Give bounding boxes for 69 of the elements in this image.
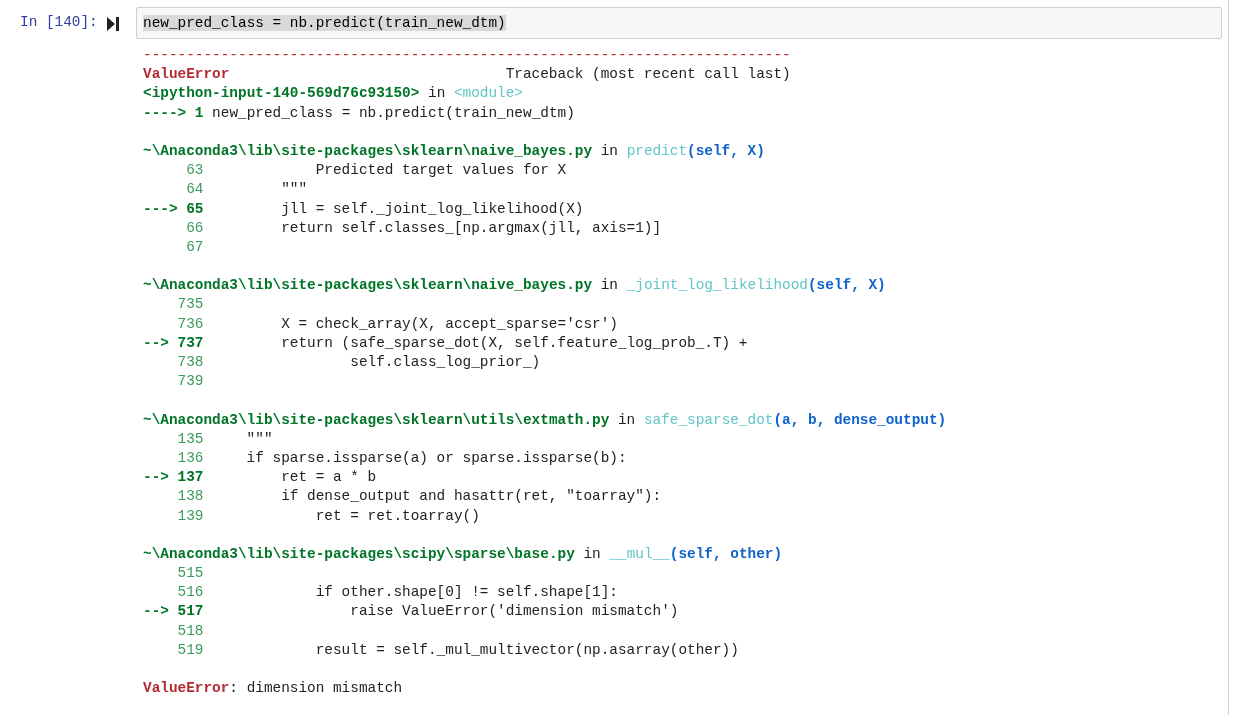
file-path: ~\Anaconda3\lib\site-packages\sklearn\naive_bayes.py [143, 276, 593, 296]
traceback-label: Traceback (most recent call last) [505, 65, 791, 85]
line-number: 517 [177, 602, 204, 622]
line-number: 737 [177, 333, 204, 353]
traceback-arrow: --> [143, 334, 169, 351]
function-args: (self, X) [808, 276, 886, 296]
line-number: 137 [177, 468, 204, 488]
run-icon[interactable] [106, 15, 120, 33]
code-line: ret = a * b [280, 468, 377, 488]
code-line: if dense_output and hasattr(ret, "toarray"): [280, 487, 662, 507]
file-path: ~\Anaconda3\lib\site-packages\sklearn\naive_bayes.py [143, 141, 593, 161]
code-line: X = check_array(X, accept_sparse='csr') [280, 314, 618, 334]
line-number: 65 [185, 199, 204, 219]
line-number: 735 [177, 295, 204, 315]
code-line: jll = self._joint_log_likelihood(X) [280, 199, 584, 219]
error-name: ValueError [143, 679, 230, 699]
code-line: if other.shape[0] != self.shape[1]: [314, 583, 618, 603]
line-number: 519 [177, 640, 204, 660]
file-path: ~\Anaconda3\lib\site-packages\sklearn\utils\extmath.py [143, 410, 610, 430]
function-args: (self, other) [669, 544, 783, 564]
traceback-arrow: --> [143, 603, 169, 620]
line-number: 67 [185, 237, 204, 257]
code-line: self.class_log_prior_) [349, 353, 541, 372]
traceback-arrow: --> [143, 469, 169, 486]
line-number: 516 [177, 583, 204, 603]
error-name: ValueError [143, 65, 230, 85]
code-line: ret = ret.toarray() [314, 506, 480, 526]
line-number: 738 [177, 353, 204, 372]
line-number: 63 [185, 161, 204, 181]
line-number: 136 [177, 448, 204, 468]
code-line: result = self._mul_multivector(np.asarray(other)) [314, 640, 739, 660]
in-word: in [583, 544, 601, 564]
line-number: 518 [177, 621, 204, 641]
line-number: 515 [177, 564, 204, 584]
traceback-arrow: ---> [143, 200, 178, 217]
code-line: return (safe_sparse_dot(X, self.feature_log_prob_.T) + [280, 333, 748, 353]
in-word: in [600, 276, 618, 296]
scope-name: <module> [453, 84, 523, 104]
cell-prompt: In [140]: [19, 13, 99, 30]
function-name: safe_sparse_dot [643, 410, 774, 430]
in-word: in [600, 141, 618, 161]
function-args: (self, X) [687, 141, 765, 161]
code-line: new_pred_class = nb.predict(train_new_dtm) [212, 103, 575, 123]
line-number: 1 [194, 103, 204, 123]
in-word: in [618, 410, 636, 430]
code-line: if sparse.issparse(a) or sparse.issparse(b): [245, 448, 627, 468]
code-line: """ [280, 180, 308, 200]
function-name: __mul__ [609, 544, 670, 564]
code-line: raise ValueError('dimension mismatch') [349, 602, 679, 622]
function-name: predict [626, 141, 688, 161]
code-line: return self.classes_[np.argmax(jll, axis=1)] [280, 218, 662, 238]
code-line: """ [245, 429, 273, 449]
line-number: 139 [177, 506, 204, 526]
in-word: in [428, 84, 446, 104]
file-path: ~\Anaconda3\lib\site-packages\scipy\sparse\base.py [143, 544, 575, 564]
line-number: 138 [177, 487, 204, 507]
source-name: <ipython-input-140-569d76c93150> [143, 84, 420, 104]
separator-line: --------------------------------------------------------------------------- [143, 46, 791, 65]
code-line: Predicted target values for X [314, 161, 567, 181]
line-number: 736 [177, 314, 204, 334]
code-input[interactable]: new_pred_class = nb.predict(train_new_dtm) [136, 7, 1222, 39]
line-number: 739 [177, 372, 204, 392]
line-number: 64 [185, 180, 204, 200]
line-number: 66 [185, 218, 204, 238]
error-message: : dimension mismatch [229, 679, 403, 699]
function-name: _joint_log_likelihood [626, 276, 808, 296]
line-number: 135 [177, 429, 204, 449]
traceback-arrow: ----> [143, 103, 187, 123]
function-args: (a, b, dense_output) [773, 410, 947, 430]
